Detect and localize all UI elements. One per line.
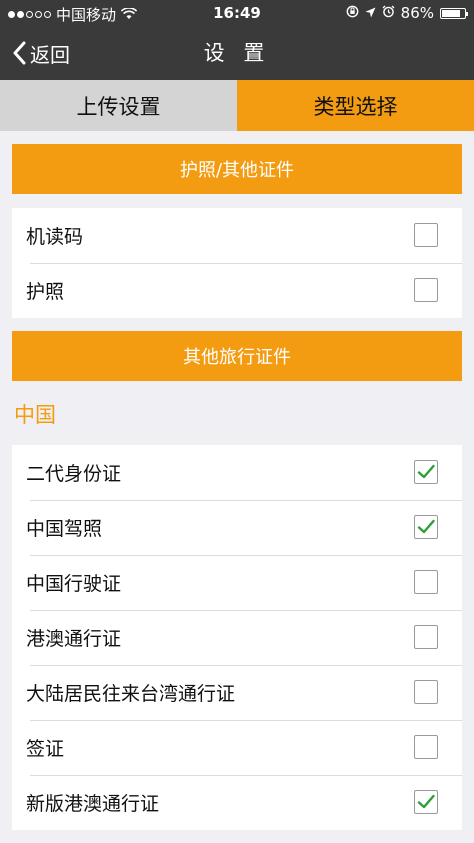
page-title: 设 置 [203,41,271,65]
passport-list: 机读码 护照 [12,208,462,318]
checkbox[interactable] [414,460,438,484]
battery-percent: 86% [400,4,434,22]
list-item-passport[interactable]: 护照 [12,263,462,318]
list-item-label: 中国行驶证 [26,573,122,595]
list-item-label: 二代身份证 [26,463,122,485]
group-title-china: 中国 [14,403,56,427]
tab-label: 类型选择 [313,94,398,119]
checkmark-icon [417,794,435,809]
checkbox[interactable] [414,790,438,814]
section-header-passport: 护照/其他证件 [12,144,462,194]
main-content: 护照/其他证件 机读码 护照 其他旅行证件 中国 二代身份证 中国驾照 中国行驶… [0,131,474,843]
location-arrow-icon [365,4,376,22]
list-item-hk-macau-permit[interactable]: 港澳通行证 [12,610,462,665]
section-header-label: 其他旅行证件 [183,347,291,368]
tab-type-selection[interactable]: 类型选择 [237,80,474,131]
china-document-list: 二代身份证 中国驾照 中国行驶证 港澳通行证 大陆居民往来台湾通行证 签证 新版… [12,445,462,830]
alarm-icon [382,4,395,22]
checkmark-icon [417,464,435,479]
list-item-new-hk-macau-permit[interactable]: 新版港澳通行证 [12,775,462,830]
list-item-taiwan-permit[interactable]: 大陆居民往来台湾通行证 [12,665,462,720]
battery-fill [442,9,461,17]
checkbox[interactable] [414,570,438,594]
status-right: 86% [346,4,468,22]
checkbox[interactable] [414,278,438,302]
checkbox[interactable] [414,735,438,759]
list-item-id-card[interactable]: 二代身份证 [12,445,462,500]
list-item-mrz[interactable]: 机读码 [12,208,462,263]
tab-label: 上传设置 [76,94,161,119]
checkbox[interactable] [414,680,438,704]
rotation-lock-icon [346,4,359,22]
list-item-label: 大陆居民往来台湾通行证 [26,683,236,705]
section-header-label: 护照/其他证件 [179,160,295,181]
list-item-label: 新版港澳通行证 [26,793,160,815]
checkbox[interactable] [414,625,438,649]
checkbox[interactable] [414,515,438,539]
status-bar: 中国移动 16:49 86% [0,0,474,26]
list-item-driver-license[interactable]: 中国驾照 [12,500,462,555]
checkmark-icon [417,519,435,534]
list-item-label: 签证 [26,738,65,760]
list-item-visa[interactable]: 签证 [12,720,462,775]
list-item-label: 机读码 [26,226,84,248]
section-header-other-documents: 其他旅行证件 [12,331,462,381]
list-item-label: 护照 [26,281,65,303]
nav-bar: 返回 设 置 [0,26,474,80]
list-item-label: 港澳通行证 [26,628,122,650]
battery-icon [440,7,468,19]
tab-upload-settings[interactable]: 上传设置 [0,80,237,131]
list-item-vehicle-license[interactable]: 中国行驶证 [12,555,462,610]
checkbox[interactable] [414,223,438,247]
list-item-label: 中国驾照 [26,518,103,540]
tab-bar: 上传设置 类型选择 [0,80,474,131]
